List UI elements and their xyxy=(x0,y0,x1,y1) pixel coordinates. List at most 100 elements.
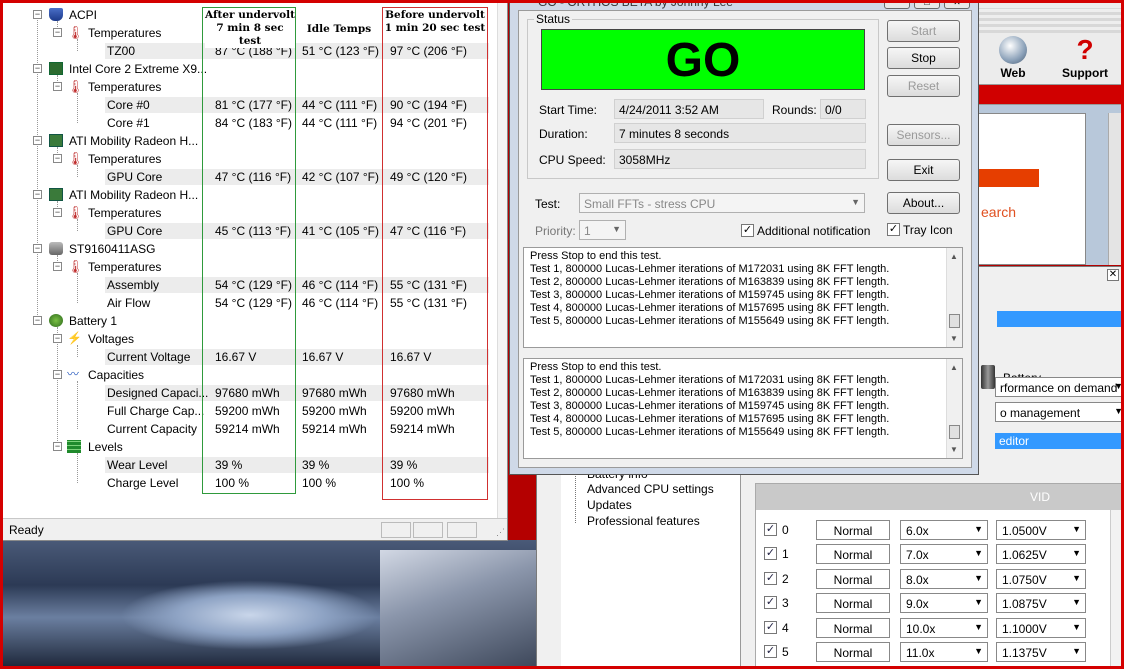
value-idle: 59200 mWh xyxy=(302,404,367,418)
value-idle: 41 °C (105 °F) xyxy=(302,224,379,238)
tray-icon-checkbox[interactable]: ✓ xyxy=(887,223,900,236)
pstate-enabled-checkbox[interactable]: ✓ xyxy=(764,645,777,658)
fid-select[interactable]: 9.0x ▼ xyxy=(900,593,988,614)
sensor-label: Current Capacity xyxy=(107,422,198,436)
fid-select[interactable]: 10.0x ▼ xyxy=(900,617,988,638)
minimize-icon[interactable]: ─ xyxy=(884,0,910,9)
exit-button[interactable]: Exit xyxy=(887,159,960,181)
pstate-enabled-checkbox[interactable]: ✓ xyxy=(764,523,777,536)
profile-combo-2[interactable]: o management ▼ xyxy=(995,402,1124,422)
tree-label: Temperatures xyxy=(88,206,162,220)
pstate-row[interactable]: ✓ 2 Normal 8.0x ▼ 1.0750V ▼ xyxy=(762,568,1102,591)
status-cell xyxy=(447,522,477,538)
web-button[interactable]: Web xyxy=(978,36,1048,80)
vid-select[interactable]: 1.1000V ▼ xyxy=(996,617,1086,638)
close-icon[interactable]: ✕ xyxy=(944,0,970,9)
collapse-icon[interactable]: − xyxy=(33,190,42,199)
pstate-state[interactable]: Normal xyxy=(816,568,890,589)
tree-item-professional[interactable]: Professional features xyxy=(587,514,700,528)
chevron-up-icon[interactable]: ▲ xyxy=(950,250,958,263)
collapse-icon[interactable]: − xyxy=(53,154,62,163)
web-label: Web xyxy=(1000,66,1026,80)
support-button[interactable]: ? Support xyxy=(1050,36,1120,81)
collapse-icon[interactable]: − xyxy=(53,442,62,451)
close-icon[interactable]: ✕ xyxy=(1107,269,1119,281)
log-panel-2[interactable]: Press Stop to end this test. Test 1, 8000… xyxy=(523,358,963,459)
log-panel-1[interactable]: Press Stop to end this test. Test 1, 8000… xyxy=(523,247,963,348)
collapse-icon[interactable]: − xyxy=(33,136,42,145)
pstate-grid: VID ✓ 0 Normal 6.0x ▼ 1.0500V ▼ ✓ 1 Normal 7.0x ▼ 1.… xyxy=(755,483,1124,669)
pstate-state[interactable]: Normal xyxy=(816,593,890,614)
collapse-icon[interactable]: − xyxy=(33,10,42,19)
priority-select[interactable]: 1 ▼ xyxy=(579,220,626,240)
log-line: Test 2, 800000 Lucas-Lehmer iterations o… xyxy=(530,276,890,288)
pstate-enabled-checkbox[interactable]: ✓ xyxy=(764,620,777,634)
pstate-state[interactable]: Normal xyxy=(816,544,890,565)
scroll-thumb[interactable] xyxy=(949,425,960,439)
vid-select[interactable]: 1.0500V ▼ xyxy=(996,520,1086,540)
chevron-down-icon[interactable]: ▼ xyxy=(950,332,958,345)
collapse-icon[interactable]: − xyxy=(53,370,62,379)
log-scrollbar[interactable]: ▲ ▼ xyxy=(946,248,962,347)
pstate-state[interactable]: Normal xyxy=(816,642,890,662)
tree-item-updates[interactable]: Updates xyxy=(587,498,632,512)
editor-tab[interactable]: editor xyxy=(995,433,1124,449)
collapse-icon[interactable]: − xyxy=(53,82,62,91)
vid-select[interactable]: 1.0750V ▼ xyxy=(996,568,1086,589)
pstate-enabled-checkbox[interactable]: ✓ xyxy=(764,596,777,610)
start-button[interactable]: Start xyxy=(887,20,960,42)
scroll-thumb[interactable] xyxy=(949,314,960,328)
pstate-index: 3 xyxy=(782,596,789,611)
additional-notification-checkbox[interactable]: ✓ xyxy=(741,224,754,237)
pstate-state[interactable]: Normal xyxy=(816,617,890,638)
pstate-grid-scrollbar[interactable] xyxy=(1110,510,1124,669)
chevron-down-icon[interactable]: ▼ xyxy=(950,443,958,456)
sensor-label: GPU Core xyxy=(107,170,163,184)
stop-button[interactable]: Stop xyxy=(887,47,960,69)
pstate-state[interactable]: Normal xyxy=(816,520,890,540)
vid-value: 1.1000V xyxy=(1002,621,1047,636)
vid-column-header: VID xyxy=(1030,490,1051,504)
chevron-up-icon[interactable]: ▲ xyxy=(950,361,958,374)
pstate-row[interactable]: ✓ 0 Normal 6.0x ▼ 1.0500V ▼ xyxy=(762,520,1102,542)
about-button[interactable]: About... xyxy=(887,192,960,214)
vid-select[interactable]: 1.0875V ▼ xyxy=(996,593,1086,614)
pstate-enabled-checkbox[interactable]: ✓ xyxy=(764,571,777,585)
before-header-line-1: Before undervolt xyxy=(385,9,485,21)
log-scrollbar[interactable]: ▲ ▼ xyxy=(946,359,962,458)
collapse-icon[interactable]: − xyxy=(33,244,42,253)
collapse-icon[interactable]: − xyxy=(53,28,62,37)
resize-grip-icon[interactable]: ⋰ xyxy=(496,527,505,538)
profile-combo-1[interactable]: rformance on demand ▼ xyxy=(995,377,1124,397)
chevron-down-icon: ▼ xyxy=(1072,597,1081,608)
fid-select[interactable]: 11.0x ▼ xyxy=(900,642,988,662)
pstate-row[interactable]: ✓ 1 Normal 7.0x ▼ 1.0625V ▼ xyxy=(762,544,1102,566)
tree-item-advanced-cpu[interactable]: Advanced CPU settings xyxy=(587,482,714,496)
vid-select[interactable]: 1.1375V ▼ xyxy=(996,642,1086,662)
pstate-row[interactable]: ✓ 5 Normal 11.0x ▼ 1.1375V ▼ xyxy=(762,642,1102,664)
reset-button[interactable]: Reset xyxy=(887,75,960,97)
pstate-enabled-checkbox[interactable]: ✓ xyxy=(764,547,777,561)
sensor-label: Air Flow xyxy=(107,296,151,310)
collapse-icon[interactable]: − xyxy=(53,262,62,271)
maximize-icon[interactable]: □ xyxy=(914,0,940,9)
fid-select[interactable]: 6.0x ▼ xyxy=(900,520,988,540)
vid-select[interactable]: 1.0625V ▼ xyxy=(996,544,1086,565)
collapse-icon[interactable]: − xyxy=(33,64,42,73)
chevron-down-icon: ▼ xyxy=(1114,381,1123,391)
test-select[interactable]: Small FFTs - stress CPU ▼ xyxy=(579,193,865,213)
collapse-icon[interactable]: − xyxy=(53,334,62,343)
fid-value: 10.0x xyxy=(906,621,936,636)
tree-label: Temperatures xyxy=(88,80,162,94)
fid-select[interactable]: 7.0x ▼ xyxy=(900,544,988,565)
background-search-text[interactable]: earch xyxy=(981,204,1016,220)
collapse-icon[interactable]: − xyxy=(53,208,62,217)
pstate-row[interactable]: ✓ 4 Normal 10.0x ▼ 1.1000V ▼ xyxy=(762,617,1102,640)
log-line: Test 1, 800000 Lucas-Lehmer iterations o… xyxy=(530,263,890,275)
collapse-icon[interactable]: − xyxy=(33,316,42,325)
background-app-scrollbar[interactable] xyxy=(1108,113,1124,265)
sensors-button[interactable]: Sensors... xyxy=(887,124,960,146)
chevron-down-icon: ▼ xyxy=(1072,524,1081,534)
fid-select[interactable]: 8.0x ▼ xyxy=(900,568,988,589)
pstate-row[interactable]: ✓ 3 Normal 9.0x ▼ 1.0875V ▼ xyxy=(762,593,1102,615)
